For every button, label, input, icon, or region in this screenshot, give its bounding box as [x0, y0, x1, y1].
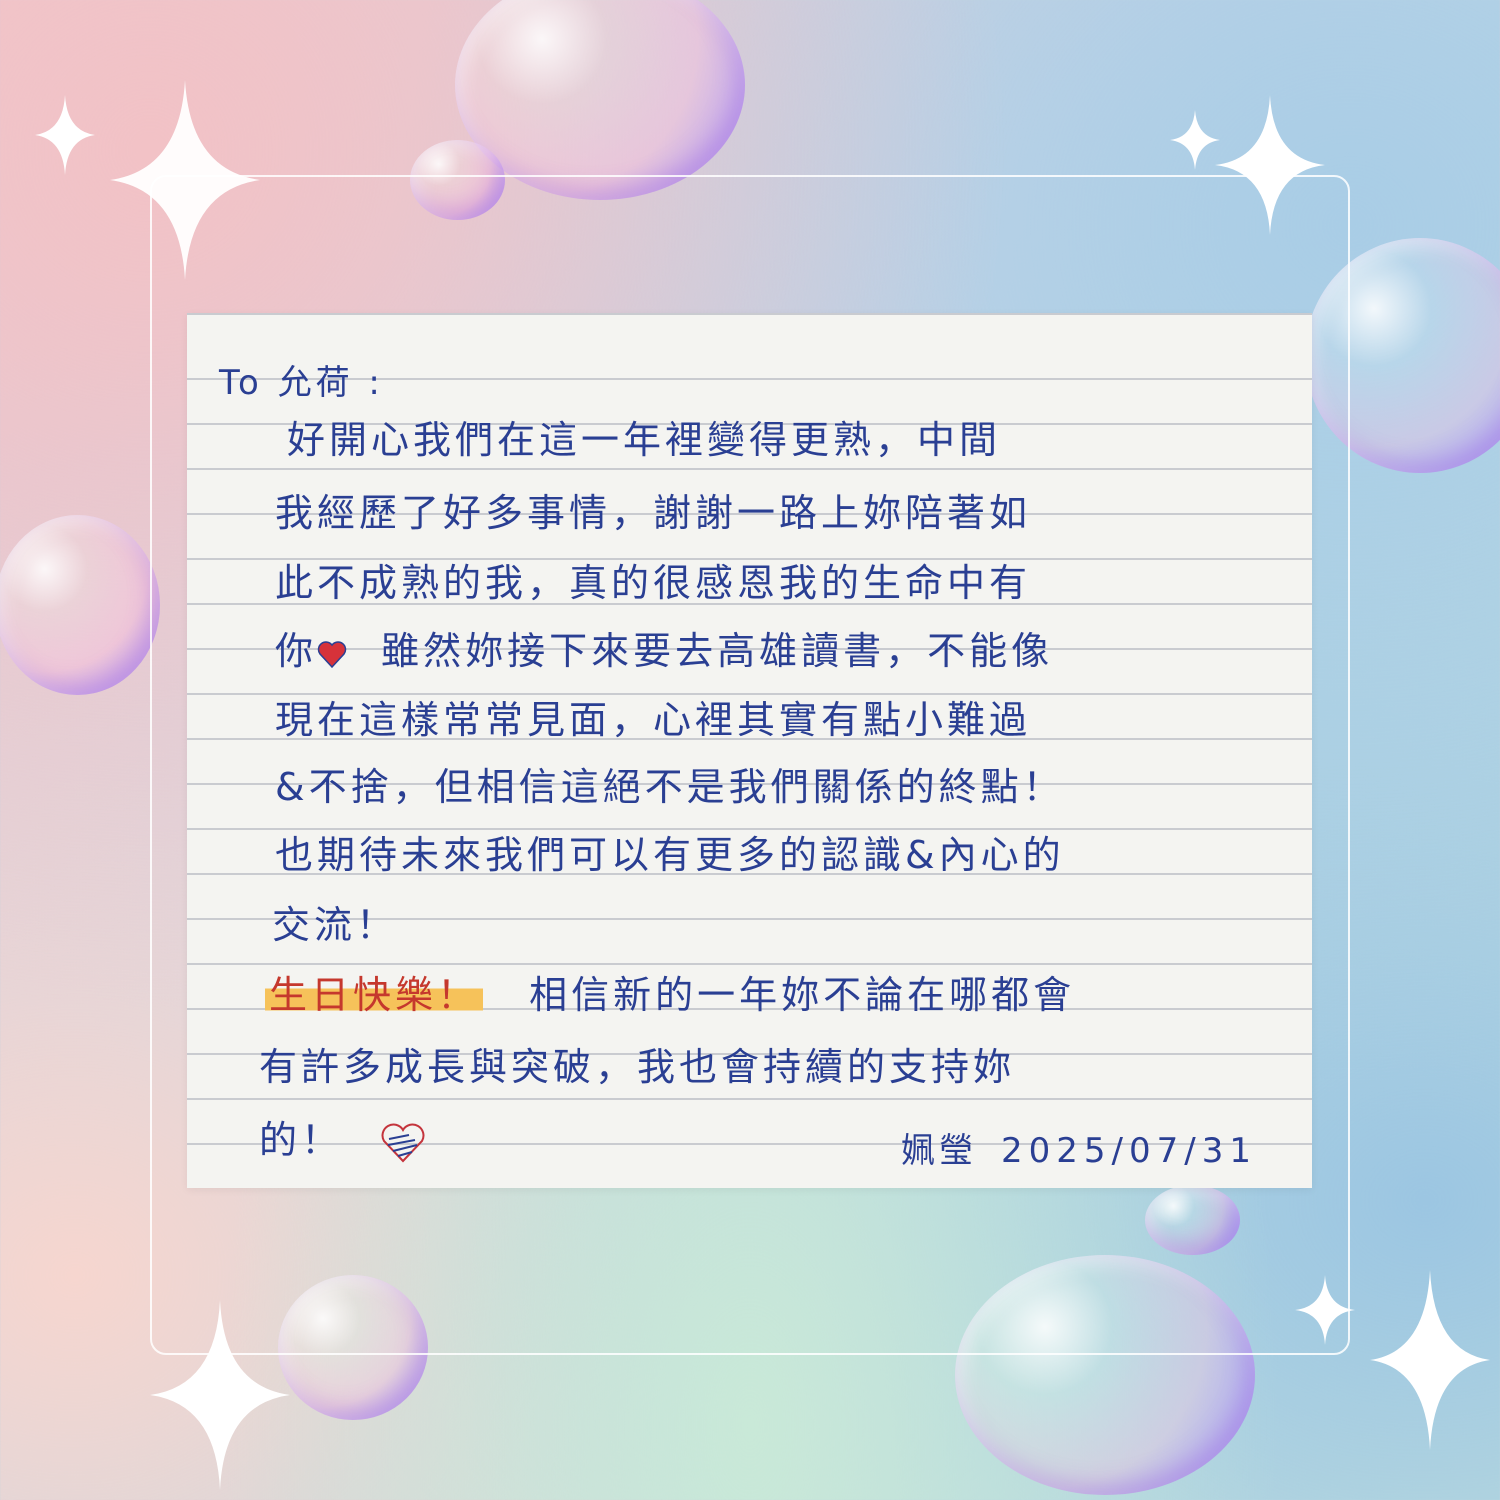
sparkle-icon — [35, 95, 95, 175]
red-heart-icon — [317, 640, 347, 668]
letter-line: 好開心我們在這一年裡變得更熟，中間 — [287, 418, 1002, 462]
letter-text: 的！ — [259, 1118, 344, 1162]
birthday-highlight: 生日快樂！ — [265, 973, 484, 1017]
sparkle-icon — [1170, 110, 1220, 170]
striped-heart-icon — [381, 1123, 425, 1162]
letter-line: 我經歷了好多事情，謝謝一路上妳陪著如 — [275, 491, 1032, 535]
sparkle-icon — [1370, 1270, 1490, 1450]
letter-text: 相信新的一年妳不論在哪都會 — [529, 973, 1076, 1017]
letter-line: &不捨，但相信這絕不是我們關係的終點！ — [275, 765, 1065, 809]
letter-line: 現在這樣常常見面，心裡其實有點小難過 — [275, 698, 1032, 742]
letter-signature: 姵瑩 2025/07/31 — [901, 1123, 1257, 1172]
letter-line-closing: 的！ — [259, 1118, 427, 1163]
bubble-icon — [0, 515, 160, 695]
letter-paper: To 允荷 : 好開心我們在這一年裡變得更熟，中間 我經歷了好多事情，謝謝一路上… — [187, 313, 1312, 1188]
letter-text: 雖然妳接下來要去高雄讀書，不能像 — [381, 629, 1054, 673]
letter-greeting: To 允荷 : — [219, 363, 384, 403]
signature-name: 姵瑩 — [901, 1131, 978, 1171]
letter-line: 此不成熟的我，真的很感恩我的生命中有 — [275, 561, 1032, 605]
letter-line: 也期待未來我們可以有更多的認識&內心的 — [275, 833, 1065, 877]
letter-line: 交流！ — [272, 903, 399, 947]
letter-line-with-heart: 你 雖然妳接下來要去高雄讀書，不能像 — [275, 629, 1053, 673]
signature-date: 2025/07/31 — [1001, 1131, 1257, 1171]
letter-line-birthday: 生日快樂！ 相信新的一年妳不論在哪都會 — [265, 973, 1075, 1017]
letter-text: 你 — [275, 629, 318, 673]
letter-line: 有許多成長與突破，我也會持續的支持妳 — [259, 1045, 1016, 1089]
